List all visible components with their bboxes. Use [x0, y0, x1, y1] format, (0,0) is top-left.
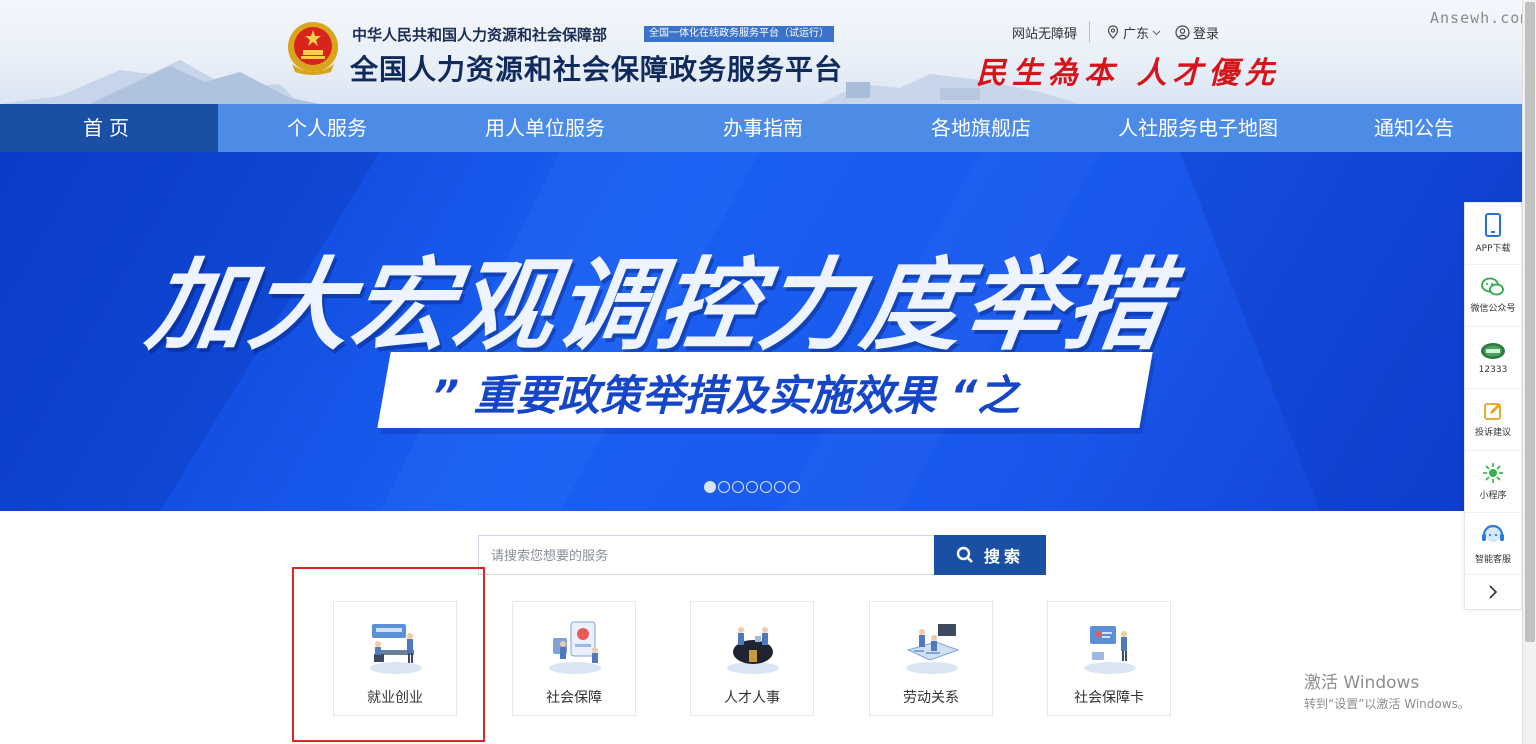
ss-card-icon	[1084, 626, 1136, 674]
page-scrollbar[interactable]	[1522, 0, 1536, 744]
carousel-dot[interactable]	[774, 481, 786, 493]
service-label: 劳动关系	[903, 690, 959, 706]
region-selector[interactable]: 广东	[1106, 23, 1161, 42]
activation-hint: 转到“设置”以激活 Windows。	[1304, 697, 1470, 711]
nav-personal-services[interactable]: 个人服务	[218, 104, 436, 152]
site-watermark: Ansewh.com	[1430, 9, 1531, 27]
banner-title: 加大宏观调控力度举措	[140, 247, 1177, 364]
smart-service-button[interactable]: 智能客服	[1465, 513, 1521, 575]
labor-relations-icon	[906, 624, 960, 674]
carousel-dots	[704, 481, 800, 493]
region-label: 广东	[1123, 26, 1150, 42]
accessibility-link[interactable]: 网站无障碍	[1012, 23, 1077, 42]
service-label: 社会保障	[546, 690, 602, 706]
wechat-button[interactable]: 微信公众号	[1465, 265, 1521, 327]
carousel-dot[interactable]	[704, 481, 716, 493]
service-card-talent[interactable]: 人才人事	[690, 601, 814, 716]
nav-local-flagship[interactable]: 各地旗舰店	[872, 104, 1090, 152]
service-card-labor-relations[interactable]: 劳动关系	[869, 601, 993, 716]
hotline-12333-icon	[1481, 342, 1505, 359]
hotline-button[interactable]: 12333	[1465, 327, 1521, 389]
chevron-down-icon	[1152, 30, 1161, 35]
windows-activation-notice: 激活 Windows 转到“设置”以激活 Windows。	[1304, 668, 1470, 712]
platform-title: 全国人力资源和社会保障政务服务平台	[350, 53, 844, 86]
wechat-label: 微信公众号	[1470, 304, 1516, 314]
app-download-label: APP下载	[1475, 244, 1511, 254]
nav-announcements[interactable]: 通知公告	[1306, 104, 1522, 152]
service-label: 人才人事	[724, 690, 780, 706]
search-input[interactable]	[478, 535, 934, 575]
page: 中华人民共和国人力资源和社会保障部 全国一体化在线政务服务平台（试运行） 全国人…	[0, 0, 1536, 744]
national-emblem	[288, 22, 338, 75]
activation-title: 激活 Windows	[1304, 673, 1420, 693]
toolbar-collapse-button[interactable]	[1465, 575, 1521, 609]
divider	[1089, 21, 1091, 43]
trial-tag: 全国一体化在线政务服务平台（试运行）	[644, 26, 834, 42]
ministry-name: 中华人民共和国人力资源和社会保障部	[352, 26, 608, 44]
carousel-dot[interactable]	[746, 481, 758, 493]
nav-service-map[interactable]: 人社服务电子地图	[1090, 104, 1306, 152]
carousel-dot[interactable]	[760, 481, 772, 493]
service-label: 社会保障卡	[1074, 690, 1144, 706]
search-button-label: 搜索	[983, 547, 1024, 566]
carousel-dot[interactable]	[788, 481, 800, 493]
login-label: 登录	[1193, 26, 1220, 42]
edit-icon	[1484, 403, 1501, 420]
site-header: 中华人民共和国人力资源和社会保障部 全国一体化在线政务服务平台（试运行） 全国人…	[0, 0, 1536, 104]
app-download-button[interactable]: APP下载	[1465, 203, 1521, 265]
scrollbar-thumb[interactable]	[1525, 2, 1535, 642]
service-card-social-security[interactable]: 社会保障	[512, 601, 636, 716]
user-icon	[1175, 24, 1190, 40]
complaint-label: 投诉建议	[1474, 428, 1511, 438]
hero-banner[interactable]: 加大宏观调控力度举措 ” 重要政策举措及实施效果 “之	[0, 152, 1522, 511]
headset-icon	[1482, 524, 1504, 542]
mini-program-icon	[1483, 463, 1503, 483]
hotline-label: 12333	[1478, 364, 1508, 375]
selection-highlight-box	[292, 567, 485, 742]
slogan: 民生為本 人才優先	[976, 56, 1281, 91]
carousel-dot[interactable]	[732, 481, 744, 493]
top-links: 网站无障碍 广东 登录	[1012, 21, 1219, 43]
social-security-icon	[549, 621, 601, 674]
phone-icon	[1485, 213, 1501, 237]
wechat-icon	[1481, 277, 1504, 296]
location-pin-icon	[1107, 25, 1119, 39]
service-card-ss-card[interactable]: 社会保障卡	[1047, 601, 1171, 716]
talent-icon	[727, 627, 779, 674]
floating-toolbar: APP下载 微信公众号 12333 投诉建议 小程序 智能客服	[1464, 202, 1522, 610]
search-button[interactable]: 搜索	[934, 535, 1046, 575]
smart-service-label: 智能客服	[1474, 555, 1511, 565]
login-link[interactable]: 登录	[1175, 23, 1219, 42]
banner-subtitle: ” 重要政策举措及实施效果 “之	[432, 371, 1020, 420]
main-nav: 首页 个人服务 用人单位服务 办事指南 各地旗舰店 人社服务电子地图 通知公告	[0, 104, 1522, 152]
mini-program-button[interactable]: 小程序	[1465, 451, 1521, 513]
mini-program-label: 小程序	[1479, 491, 1507, 501]
carousel-dot[interactable]	[718, 481, 730, 493]
chevron-right-icon	[1489, 585, 1498, 599]
nav-employer-services[interactable]: 用人单位服务	[436, 104, 654, 152]
complaint-button[interactable]: 投诉建议	[1465, 389, 1521, 451]
nav-home[interactable]: 首页	[0, 104, 218, 152]
nav-service-guide[interactable]: 办事指南	[654, 104, 872, 152]
search-icon	[956, 546, 973, 563]
